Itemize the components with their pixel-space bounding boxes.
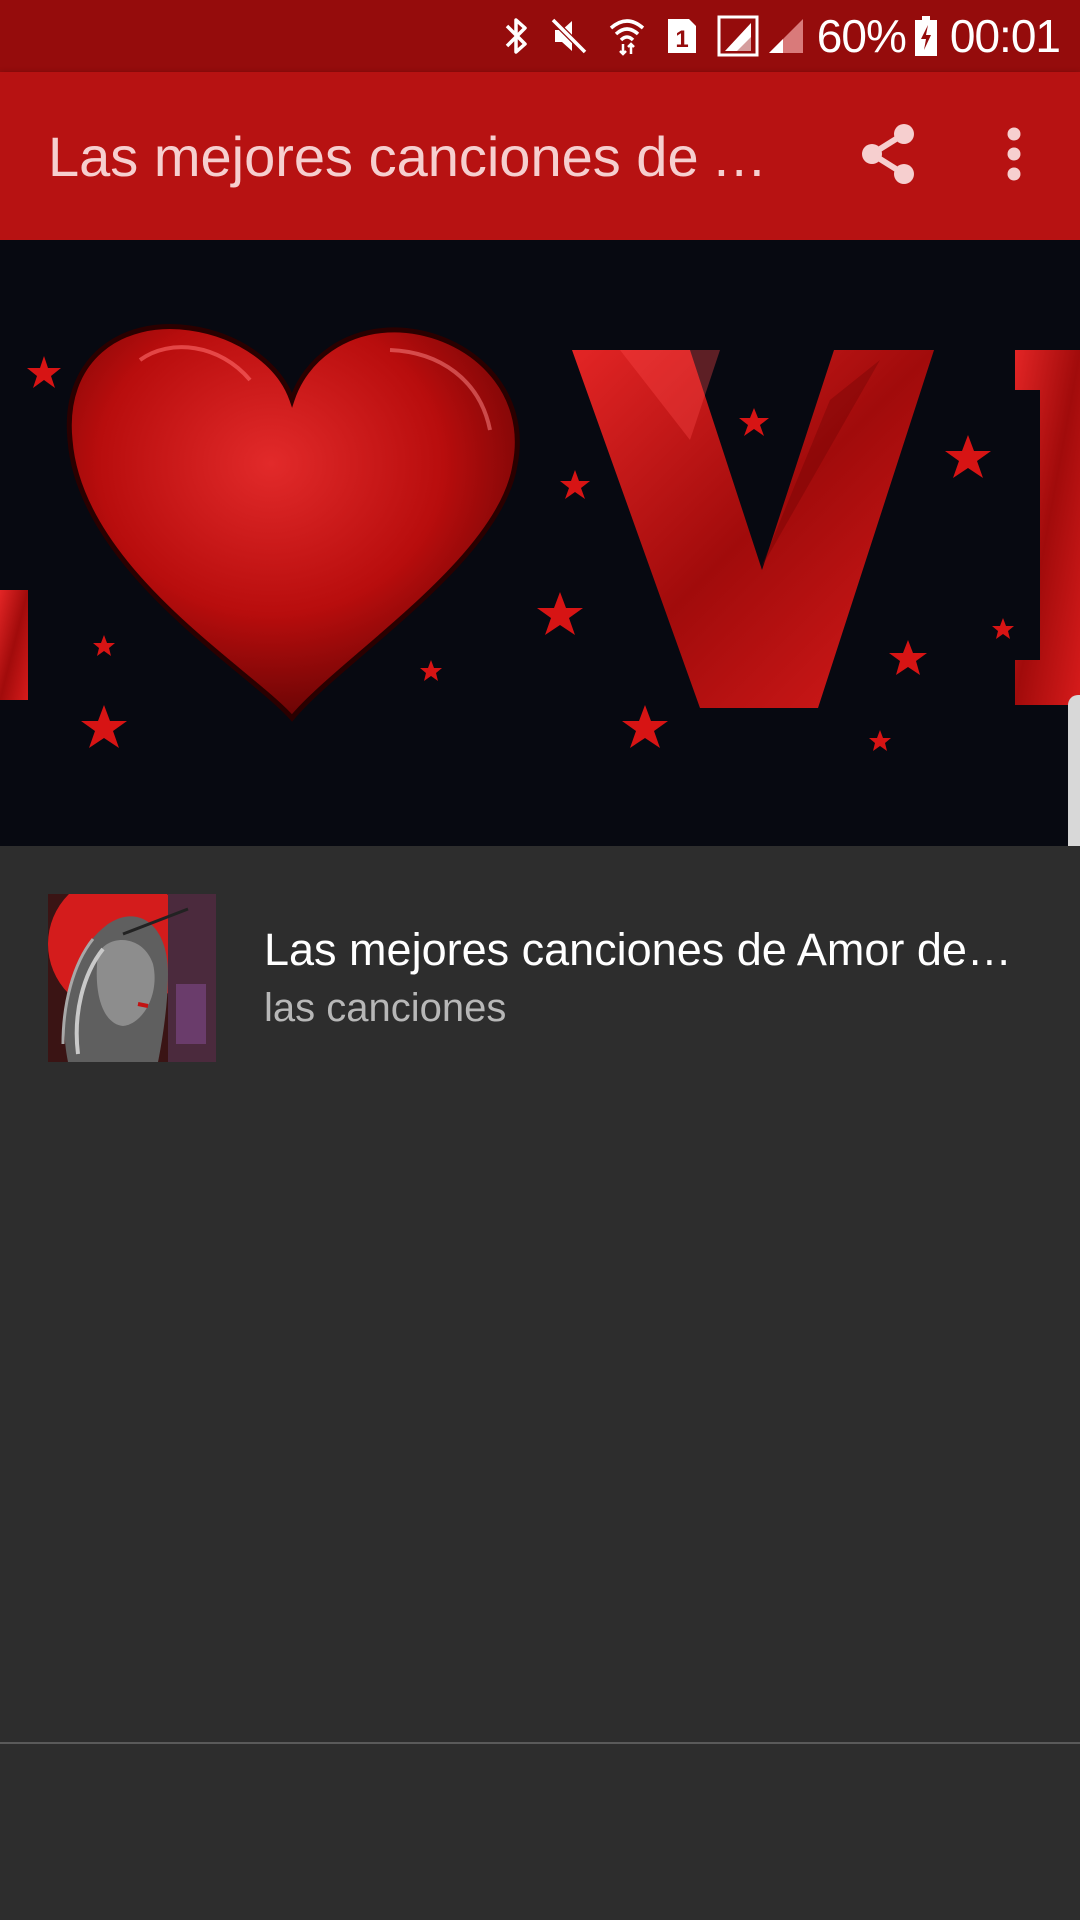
app-bar: Las mejores canciones de Amor de Sam xyxy=(0,72,1080,240)
battery-percent: 60% xyxy=(816,10,907,62)
letter-e-fragment xyxy=(1015,350,1080,705)
share-icon xyxy=(858,122,918,191)
clock: 00:01 xyxy=(949,10,1061,62)
love-heart-illustration xyxy=(0,324,1080,751)
more-vert-icon xyxy=(1004,126,1024,187)
signal-icon xyxy=(717,15,759,57)
app-title: Las mejores canciones de Amor de Sam xyxy=(48,124,788,188)
scroll-handle[interactable] xyxy=(1068,695,1080,846)
song-title: Las mejores canciones de Amor de Sam xyxy=(264,924,1024,975)
battery-icon xyxy=(914,15,938,57)
sim-label: 1 xyxy=(675,26,688,53)
mute-icon xyxy=(549,16,589,56)
bluetooth-icon xyxy=(503,16,531,56)
banner-image xyxy=(0,240,1080,846)
share-button[interactable] xyxy=(846,114,930,198)
song-subtitle: las canciones xyxy=(264,986,507,1030)
letter-fragment xyxy=(0,590,28,700)
status-bar: 1 60% 00:01 xyxy=(0,0,1080,72)
sim-icon: 1 xyxy=(665,16,699,56)
bottom-divider xyxy=(0,1742,1080,1744)
signal-icon xyxy=(767,17,805,55)
overflow-menu-button[interactable] xyxy=(978,114,1050,198)
list-item[interactable]: Las mejores canciones de Amor de Sam las… xyxy=(0,846,1080,1062)
song-list: Las mejores canciones de Amor de Sam las… xyxy=(0,846,1080,1062)
wifi-icon xyxy=(607,16,647,56)
letter-v xyxy=(572,350,934,708)
album-thumbnail xyxy=(48,894,216,1062)
heart-shape xyxy=(66,324,520,722)
